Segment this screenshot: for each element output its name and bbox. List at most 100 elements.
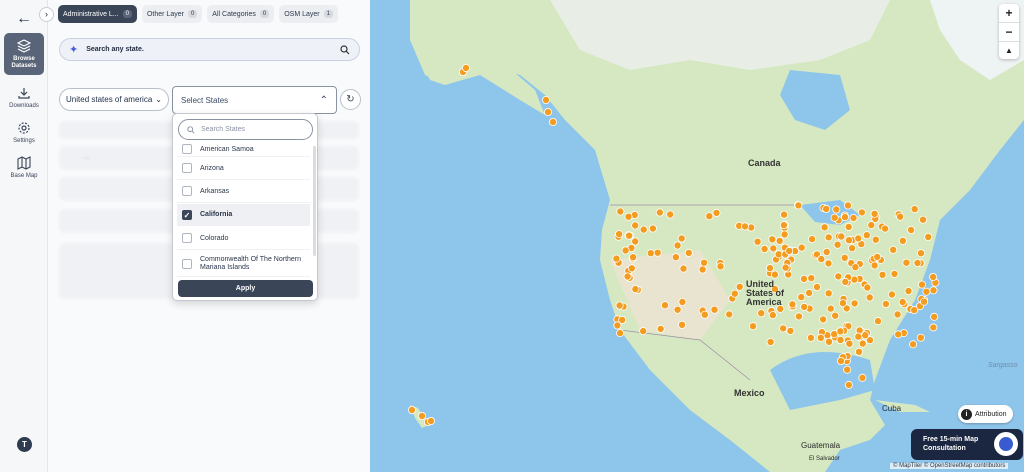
location-marker [840,213,849,222]
checkbox[interactable] [182,233,192,243]
location-marker [851,263,860,272]
tab-osm-layer[interactable]: OSM Layer 1 [279,5,338,23]
location-marker [673,305,682,314]
rail-item-settings[interactable]: Settings [4,121,44,144]
tab-count-badge: 1 [323,10,333,18]
search-icon[interactable] [340,44,350,55]
compass-button[interactable]: ▲ [999,42,1019,60]
location-marker [824,337,833,346]
location-marker [837,232,846,241]
location-marker [889,245,898,254]
country-select[interactable]: United states of america ⌄ [59,88,169,111]
checkbox-checked[interactable]: ✓ [182,209,192,220]
rail-item-base-map[interactable]: Base Map [4,156,44,179]
states-search-field[interactable] [178,119,313,140]
states-search-input[interactable] [201,126,301,133]
location-marker [881,224,890,233]
location-marker [824,289,833,298]
tab-administrative[interactable]: Administrative L... 0 [58,5,137,23]
tab-label: Administrative L... [63,10,119,18]
checkbox[interactable] [182,186,192,196]
refresh-button[interactable]: ↻ [340,89,361,110]
tab-label: Other Layer [146,10,184,18]
zoom-in-button[interactable]: + [999,4,1019,23]
location-marker [631,237,640,246]
avatar[interactable]: T [17,437,32,452]
location-marker [768,311,777,320]
layers-icon [17,39,31,53]
location-marker [710,305,719,314]
states-select[interactable]: Select States ⌃ [172,86,337,114]
state-label: American Samoa [200,145,254,153]
location-marker [824,259,833,268]
location-marker [712,208,721,217]
map-attribution-footer: © MapTiler © OpenStreetMap contributors [890,463,1009,469]
zoom-out-button[interactable]: − [999,23,1019,42]
location-marker [904,286,913,295]
map-label-canada: Canada [748,158,781,168]
back-arrow-icon[interactable]: ← [13,8,35,30]
location-marker [648,224,657,233]
location-marker [797,293,806,302]
collapse-chevron-icon[interactable]: › [39,7,54,22]
map-view[interactable]: Canada United States of America Mexico C… [370,0,1024,472]
location-marker [684,248,693,257]
location-marker [832,205,841,214]
states-dropdown: American Samoa Arizona Arkansas ✓ Califo… [172,113,318,301]
location-marker [890,269,899,278]
location-marker [794,201,803,210]
location-marker [881,299,890,308]
location-marker [850,299,859,308]
chat-bubble-icon[interactable] [994,432,1018,456]
location-marker [671,253,680,262]
location-marker [730,289,739,298]
location-marker [871,235,880,244]
location-marker [673,241,682,250]
location-marker [629,253,638,262]
location-marker [844,236,853,245]
location-marker [753,237,762,246]
location-marker [840,253,849,262]
state-option-arkansas[interactable]: Arkansas [177,180,310,203]
location-marker [541,96,550,105]
rail-item-downloads[interactable]: Downloads [4,86,44,109]
state-option-northern-mariana-islands[interactable]: Commonwealth Of The Northern Mariana Isl… [177,251,310,277]
rail-item-browse-datasets[interactable]: Browse Datasets [4,33,44,75]
state-option-california[interactable]: ✓ California [177,204,310,226]
location-marker [841,277,850,286]
location-marker [896,212,905,221]
consultation-button[interactable]: Free 15-min Map Consultation [911,429,1023,460]
state-option-colorado[interactable]: Colorado [177,227,310,250]
tab-label: All Categories [212,10,256,18]
location-marker [757,309,766,318]
location-marker [639,225,648,234]
location-marker [666,210,675,219]
state-option-american-samoa[interactable]: American Samoa [177,142,310,157]
location-marker [705,212,714,221]
tab-other-layer[interactable]: Other Layer 0 [141,5,203,23]
location-marker [918,280,927,289]
location-marker [922,287,931,296]
checkbox[interactable] [182,144,192,154]
search-input[interactable]: ✦ Search any state. [59,38,360,61]
location-marker [700,310,709,319]
location-marker [816,333,825,342]
location-marker [548,118,557,127]
dropdown-scrollbar[interactable] [313,146,316,256]
location-marker [919,215,928,224]
location-marker [834,272,843,281]
location-marker [677,320,686,329]
apply-button[interactable]: Apply [178,280,313,297]
location-marker [826,304,835,313]
checkbox[interactable] [182,163,192,173]
checkbox[interactable] [182,258,192,269]
location-marker [854,347,863,356]
location-marker [820,223,829,232]
location-marker [870,209,879,218]
tab-all-categories[interactable]: All Categories 0 [207,5,275,23]
rail-item-label: Base Map [10,173,38,179]
state-option-arizona[interactable]: Arizona [177,157,310,180]
basemap [408,0,1024,472]
attribution-button[interactable]: i Attribution [958,405,1013,423]
location-marker [768,235,777,244]
